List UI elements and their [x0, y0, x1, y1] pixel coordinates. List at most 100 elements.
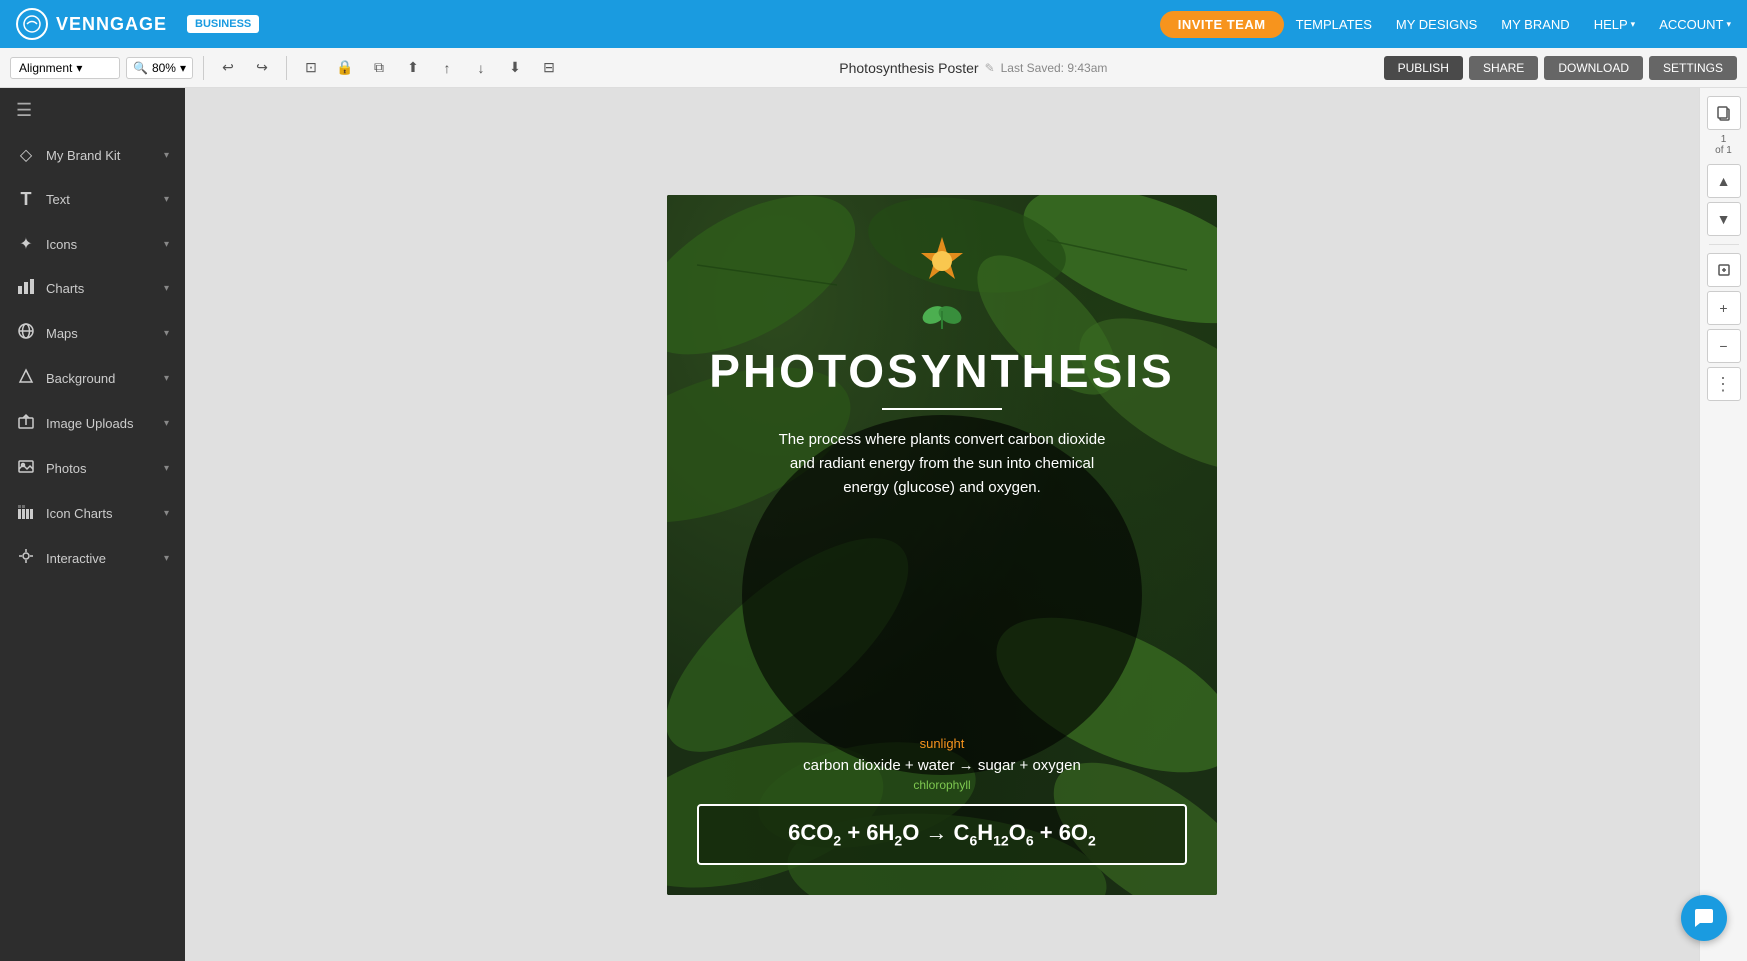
background-chevron-icon: ▾ [164, 373, 169, 384]
poster-title: PHOTOSYNTHESIS [709, 346, 1174, 397]
page-up-button[interactable]: ▲ [1707, 164, 1741, 198]
sidebar-item-interactive[interactable]: Interactive ▾ [0, 536, 185, 581]
sidebar-item-image-uploads[interactable]: Image Uploads ▾ [0, 401, 185, 446]
sidebar-item-icon-charts[interactable]: Icon Charts ▾ [0, 491, 185, 536]
lock-button[interactable]: 🔒 [331, 54, 359, 82]
toolbar-separator-1 [203, 56, 204, 80]
sidebar-label-interactive: Interactive [46, 551, 106, 566]
charts-icon [16, 278, 36, 299]
sun-icon [917, 235, 967, 293]
main-layout: ☰ ◇ My Brand Kit ▾ T Text ▾ ✦ Icons ▾ [0, 88, 1747, 961]
more-options-button[interactable]: ⋮ [1707, 367, 1741, 401]
settings-button[interactable]: SETTINGS [1649, 56, 1737, 80]
sidebar-item-charts[interactable]: Charts ▾ [0, 266, 185, 311]
nav-help[interactable]: HELP ▾ [1594, 17, 1636, 32]
poster-canvas[interactable]: PHOTOSYNTHESIS The process where plants … [667, 195, 1217, 895]
maps-chevron-icon: ▾ [164, 328, 169, 339]
background-icon [16, 368, 36, 389]
sidebar-item-background[interactable]: Background ▾ [0, 356, 185, 401]
text-chevron-icon: ▾ [164, 194, 169, 205]
chemical-equation-box: 6CO2 + 6H2O → C6H12O6 + 6O2 [697, 804, 1187, 864]
poster-description: The process where plants convert carbon … [772, 428, 1112, 500]
page-down-button[interactable]: ▼ [1707, 202, 1741, 236]
sidebar-menu-toggle[interactable]: ☰ [0, 88, 185, 133]
sidebar-item-my-brand-kit[interactable]: ◇ My Brand Kit ▾ [0, 133, 185, 177]
top-navigation: VENNGAGE BUSINESS INVITE TEAM TEMPLATES … [0, 0, 1747, 48]
zoom-icon: 🔍 [133, 61, 148, 75]
chat-support-button[interactable] [1681, 895, 1727, 941]
sidebar-label-icon-charts: Icon Charts [46, 506, 112, 521]
save-status: Last Saved: 9:43am [1001, 61, 1108, 75]
bring-forward-button[interactable]: ⬆ [399, 54, 427, 82]
photos-icon [16, 458, 36, 479]
publish-button[interactable]: PUBLISH [1384, 56, 1463, 80]
simple-equation: carbon dioxide + water → sugar + oxygen [697, 757, 1187, 774]
text-icon: T [16, 189, 36, 210]
equation-text: 6CO2 + 6H2O → C6H12O6 + 6O2 [788, 820, 1096, 845]
image-uploads-chevron-icon: ▾ [164, 418, 169, 429]
alignment-dropdown[interactable]: Alignment ▾ [10, 57, 120, 79]
sidebar-item-photos[interactable]: Photos ▾ [0, 446, 185, 491]
zoom-dropdown[interactable]: 🔍 80% ▾ [126, 57, 193, 79]
invite-team-button[interactable]: INVITE TEAM [1160, 11, 1284, 38]
right-panel-separator [1709, 244, 1739, 245]
toolbar-right-actions: PUBLISH SHARE DOWNLOAD SETTINGS [1384, 56, 1737, 80]
duplicate-button[interactable]: ⧉ [365, 54, 393, 82]
sidebar-item-icons[interactable]: ✦ Icons ▾ [0, 222, 185, 266]
help-chevron-icon: ▾ [1631, 19, 1636, 30]
toolbar: Alignment ▾ 🔍 80% ▾ ↩ ↪ ⊡ 🔒 ⧉ ⬆ ↑ ↓ ⬇ ⊟ … [0, 48, 1747, 88]
charts-chevron-icon: ▾ [164, 283, 169, 294]
delete-button[interactable]: ⊟ [535, 54, 563, 82]
document-title[interactable]: Photosynthesis Poster [839, 60, 978, 76]
nav-my-designs[interactable]: MY DESIGNS [1396, 17, 1477, 32]
edit-title-icon[interactable]: ✎ [985, 61, 995, 75]
poster-divider [882, 408, 1002, 410]
sidebar-label-my-brand-kit: My Brand Kit [46, 148, 120, 163]
plant-leaves-icon [922, 297, 962, 334]
download-button[interactable]: DOWNLOAD [1544, 56, 1643, 80]
zoom-chevron-icon: ▾ [180, 61, 186, 75]
page-number: 1 of 1 [1715, 134, 1732, 156]
sidebar-label-charts: Charts [46, 281, 84, 296]
send-back-button[interactable]: ↓ [467, 54, 495, 82]
toolbar-separator-2 [286, 56, 287, 80]
sidebar-label-photos: Photos [46, 461, 86, 476]
nav-account[interactable]: ACCOUNT ▾ [1659, 17, 1731, 32]
hamburger-icon: ☰ [16, 100, 32, 121]
nav-links: TEMPLATES MY DESIGNS MY BRAND HELP ▾ ACC… [1296, 17, 1731, 32]
copy-style-button[interactable]: ⊡ [297, 54, 325, 82]
brand-kit-icon: ◇ [16, 145, 36, 165]
logo-area: VENNGAGE [16, 8, 167, 40]
sidebar-label-text: Text [46, 192, 70, 207]
canvas-area[interactable]: PHOTOSYNTHESIS The process where plants … [185, 88, 1699, 961]
photos-chevron-icon: ▾ [164, 463, 169, 474]
undo-button[interactable]: ↩ [214, 54, 242, 82]
interactive-icon [16, 548, 36, 569]
send-backward-button[interactable]: ⬇ [501, 54, 529, 82]
sidebar-item-text[interactable]: T Text ▾ [0, 177, 185, 222]
zoom-in-button[interactable]: + [1707, 291, 1741, 325]
poster-bottom-section: sunlight carbon dioxide + water → sugar … [667, 736, 1217, 894]
icons-chevron-icon: ▾ [164, 239, 169, 250]
sidebar-item-maps[interactable]: Maps ▾ [0, 311, 185, 356]
copy-page-button[interactable] [1707, 96, 1741, 130]
redo-button[interactable]: ↪ [248, 54, 276, 82]
sidebar-label-background: Background [46, 371, 115, 386]
icon-charts-chevron-icon: ▾ [164, 508, 169, 519]
alignment-chevron-icon: ▾ [76, 61, 82, 75]
interactive-chevron-icon: ▾ [164, 553, 169, 564]
image-uploads-icon [16, 413, 36, 434]
chlorophyll-label: chlorophyll [697, 778, 1187, 792]
zoom-out-button[interactable]: − [1707, 329, 1741, 363]
share-button[interactable]: SHARE [1469, 56, 1538, 80]
brand-name: VENNGAGE [56, 14, 167, 35]
duplicate-page-button[interactable] [1707, 253, 1741, 287]
nav-my-brand[interactable]: MY BRAND [1501, 17, 1569, 32]
icon-charts-icon [16, 503, 36, 524]
right-panel: 1 of 1 ▲ ▼ + − ⋮ [1699, 88, 1747, 961]
brand-kit-chevron-icon: ▾ [164, 150, 169, 161]
nav-templates[interactable]: TEMPLATES [1296, 17, 1372, 32]
bring-up-button[interactable]: ↑ [433, 54, 461, 82]
poster: PHOTOSYNTHESIS The process where plants … [667, 195, 1217, 895]
sidebar: ☰ ◇ My Brand Kit ▾ T Text ▾ ✦ Icons ▾ [0, 88, 185, 961]
